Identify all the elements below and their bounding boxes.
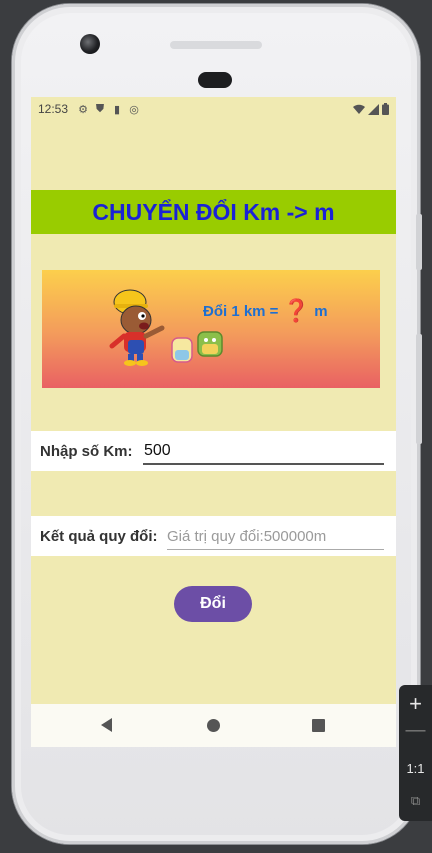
- shield-icon: ⛊: [95, 102, 105, 115]
- navigation-bar: [31, 704, 396, 747]
- power-button[interactable]: [416, 334, 422, 444]
- status-bar: 12:53 ⚙ ⛊ ▮ ◎: [31, 97, 396, 121]
- back-icon[interactable]: [101, 718, 112, 732]
- volume-button[interactable]: [416, 214, 422, 270]
- fit-screen-icon[interactable]: ⧉: [399, 793, 432, 809]
- zoom-in-button[interactable]: +: [399, 691, 432, 717]
- signal-icon: [368, 103, 379, 115]
- banner-caption: Đổi 1 km = ❓ m: [203, 298, 328, 324]
- emulator-toolbar: + — 1:1 ⧉: [399, 685, 432, 821]
- wifi-icon: [353, 104, 365, 114]
- sd-card-icon: ▮: [114, 103, 121, 116]
- sync-icon: ◎: [129, 103, 139, 116]
- status-right-icons: [353, 103, 389, 115]
- banner-image: Đổi 1 km = ❓ m: [42, 270, 380, 388]
- banner-unit: m: [314, 303, 328, 320]
- zoom-out-button[interactable]: —: [399, 719, 432, 742]
- cartoon-worker-icon: [109, 289, 223, 366]
- km-input[interactable]: [143, 438, 384, 465]
- banner-text: Đổi 1 km =: [203, 303, 283, 320]
- actual-size-button[interactable]: 1:1: [399, 761, 432, 776]
- km-label: Nhập số Km:: [40, 442, 133, 460]
- result-field[interactable]: [167, 524, 384, 550]
- recent-apps-icon[interactable]: [312, 719, 325, 732]
- title-bar: CHUYỂN ĐỔI Km -> m: [31, 190, 396, 234]
- km-input-row: Nhập số Km:: [31, 431, 396, 471]
- front-camera: [80, 34, 100, 54]
- page-title: CHUYỂN ĐỔI Km -> m: [92, 198, 335, 225]
- result-row: Kết quả quy đổi:: [31, 516, 396, 556]
- settings-icon: ⚙: [78, 103, 88, 116]
- earpiece: [198, 72, 232, 88]
- device-screen: 12:53 ⚙ ⛊ ▮ ◎ CHUYỂN ĐỔI Km -> m Đổi 1 k…: [31, 97, 396, 747]
- question-mark-icon: ❓: [282, 298, 311, 323]
- status-time: 12:53: [38, 102, 69, 116]
- battery-icon: [382, 103, 389, 115]
- result-label: Kết quả quy đổi:: [40, 527, 158, 545]
- convert-button[interactable]: Đổi: [174, 586, 252, 622]
- home-icon[interactable]: [207, 719, 220, 732]
- speaker-grille: [170, 41, 262, 49]
